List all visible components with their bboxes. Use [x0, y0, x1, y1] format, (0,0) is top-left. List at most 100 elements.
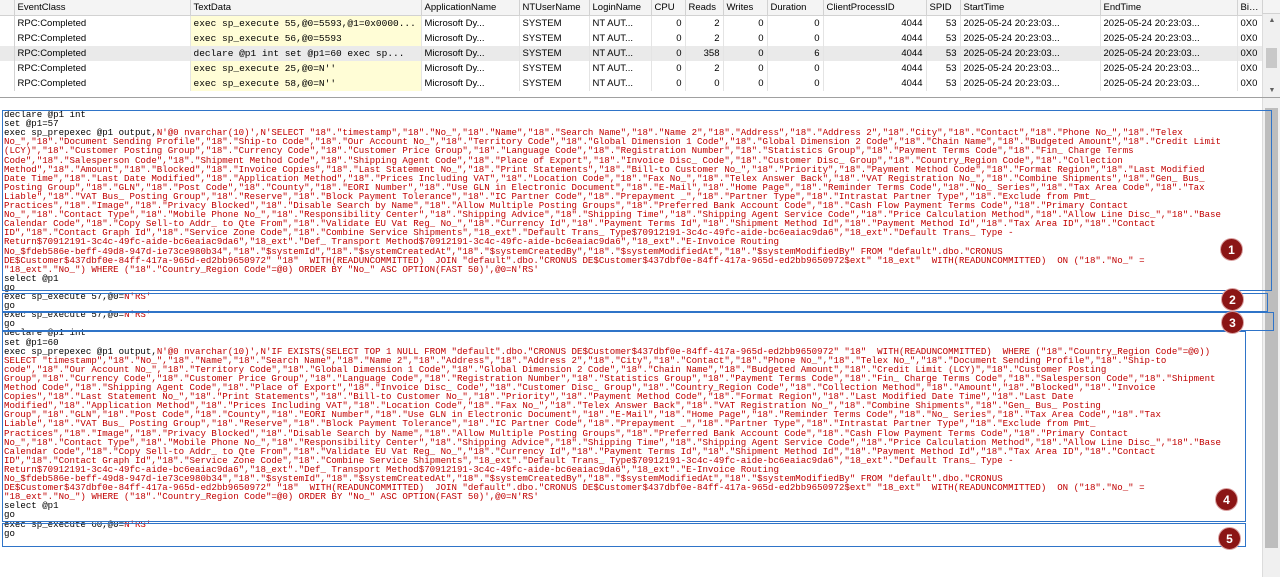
- grid-header-row: EventClass TextData ApplicationName NTUserN…: [0, 0, 1263, 16]
- highlight-box-5: [2, 523, 1246, 547]
- header-scroll-cap: [1262, 0, 1280, 14]
- highlight-box-1: [2, 110, 1272, 291]
- table-row[interactable]: RPC:Completed exec sp_execute 58,@0=N'' Mi…: [0, 76, 1263, 91]
- table-cell: NT AUT...: [589, 46, 652, 61]
- table-cell: 53: [926, 76, 961, 91]
- table-cell: 0: [723, 31, 768, 46]
- column-header[interactable]: SPID: [926, 0, 961, 16]
- table-cell: 0X0: [1237, 15, 1263, 31]
- column-header[interactable]: Binar: [1237, 0, 1263, 16]
- column-header[interactable]: Reads: [685, 0, 724, 16]
- table-cell: RPC:Completed: [14, 15, 191, 31]
- column-header[interactable]: LoginName: [589, 0, 652, 16]
- table-cell: 0: [767, 15, 824, 31]
- table-cell: 0: [723, 15, 768, 31]
- column-header[interactable]: ApplicationName: [421, 0, 520, 16]
- row-header[interactable]: [0, 61, 15, 76]
- trace-table: EventClass TextData ApplicationName NTUserN…: [0, 0, 1263, 91]
- table-cell: Microsoft Dy...: [421, 76, 520, 91]
- table-cell: SYSTEM: [519, 61, 590, 76]
- table-cell: NT AUT...: [589, 15, 652, 31]
- table-cell: NT AUT...: [589, 61, 652, 76]
- row-header[interactable]: [0, 46, 15, 61]
- column-header[interactable]: CPU: [651, 0, 686, 16]
- table-cell: 4044: [823, 61, 927, 76]
- table-cell: Microsoft Dy...: [421, 31, 520, 46]
- table-cell: 2025-05-24 20:23:03...: [1100, 46, 1238, 61]
- table-row[interactable]: RPC:Completed declare @p1 int set @p1=60 …: [0, 46, 1263, 61]
- highlight-box-3: [2, 312, 1274, 331]
- table-cell: NT AUT...: [589, 76, 652, 91]
- table-row[interactable]: RPC:Completed exec sp_execute 56,@0=5593 M…: [0, 31, 1263, 46]
- highlight-box-4: [2, 331, 1246, 522]
- table-cell: 53: [926, 31, 961, 46]
- table-cell: RPC:Completed: [14, 31, 191, 46]
- table-cell: 2025-05-24 20:23:03...: [960, 46, 1101, 61]
- callout-badge-5: 5: [1218, 527, 1241, 550]
- column-header[interactable]: StartTime: [960, 0, 1101, 16]
- table-cell: 0X0: [1237, 46, 1263, 61]
- table-cell: NT AUT...: [589, 31, 652, 46]
- column-header[interactable]: Writes: [723, 0, 768, 16]
- row-header[interactable]: [0, 15, 15, 31]
- table-cell: exec sp_execute 58,@0=N'': [190, 76, 422, 91]
- table-cell: 2025-05-24 20:23:03...: [960, 15, 1101, 31]
- column-header[interactable]: TextData: [190, 0, 422, 16]
- table-cell: exec sp_execute 25,@0=N'': [190, 61, 422, 76]
- table-cell: 0: [767, 61, 824, 76]
- table-cell: 0X0: [1237, 76, 1263, 91]
- column-header[interactable]: Duration: [767, 0, 824, 16]
- row-header[interactable]: [0, 76, 15, 91]
- table-cell: SYSTEM: [519, 46, 590, 61]
- table-cell: Microsoft Dy...: [421, 15, 520, 31]
- table-cell: 2025-05-24 20:23:03...: [1100, 15, 1238, 31]
- table-cell: RPC:Completed: [14, 61, 191, 76]
- trace-grid: EventClass TextData ApplicationName NTUserN…: [0, 0, 1280, 98]
- scroll-up-arrow-icon[interactable]: ▲: [1263, 14, 1280, 28]
- table-cell: 2: [685, 31, 724, 46]
- table-cell: 0: [723, 46, 768, 61]
- highlight-box-2: [2, 293, 1268, 312]
- column-header[interactable]: ClientProcessID: [823, 0, 927, 16]
- table-cell: 0: [651, 31, 686, 46]
- table-cell: 4044: [823, 31, 927, 46]
- table-row[interactable]: RPC:Completed exec sp_execute 25,@0=N'' Mi…: [0, 61, 1263, 76]
- table-cell: 2025-05-24 20:23:03...: [1100, 31, 1238, 46]
- table-cell: 358: [685, 46, 724, 61]
- grid-vertical-scrollbar[interactable]: ▲ ▼: [1262, 14, 1280, 97]
- table-cell: 2025-05-24 20:23:03...: [1100, 76, 1238, 91]
- table-cell: Microsoft Dy...: [421, 61, 520, 76]
- callout-badge-2: 2: [1221, 288, 1244, 311]
- table-cell: 0: [651, 15, 686, 31]
- table-cell: 2025-05-24 20:23:03...: [960, 31, 1101, 46]
- table-cell: 2025-05-24 20:23:03...: [1100, 61, 1238, 76]
- table-cell: RPC:Completed: [14, 46, 191, 61]
- scroll-down-arrow-icon[interactable]: ▼: [1263, 84, 1280, 97]
- table-cell: 53: [926, 15, 961, 31]
- table-cell: 2: [685, 15, 724, 31]
- column-header[interactable]: NTUserName: [519, 0, 590, 16]
- table-cell: 0: [723, 76, 768, 91]
- table-cell: 0: [651, 46, 686, 61]
- row-header[interactable]: [0, 31, 15, 46]
- table-cell: 2: [685, 61, 724, 76]
- table-cell: 0: [767, 31, 824, 46]
- column-header[interactable]: EventClass: [14, 0, 191, 16]
- row-header-corner: [0, 0, 15, 16]
- table-cell: 0: [723, 61, 768, 76]
- table-cell: 2025-05-24 20:23:03...: [960, 61, 1101, 76]
- table-cell: declare @p1 int set @p1=60 exec sp...: [190, 46, 422, 61]
- table-cell: SYSTEM: [519, 15, 590, 31]
- column-header[interactable]: EndTime: [1100, 0, 1238, 16]
- table-cell: exec sp_execute 55,@0=5593,@1=0x0000...: [190, 15, 422, 31]
- table-cell: 4044: [823, 76, 927, 91]
- callout-badge-3: 3: [1221, 311, 1244, 334]
- table-cell: 4044: [823, 15, 927, 31]
- grid-scroll-thumb[interactable]: [1266, 48, 1277, 68]
- callout-badge-4: 4: [1215, 488, 1238, 511]
- table-cell: 53: [926, 46, 961, 61]
- table-cell: SYSTEM: [519, 31, 590, 46]
- table-cell: 0: [651, 76, 686, 91]
- table-row[interactable]: RPC:Completed exec sp_execute 55,@0=5593,…: [0, 15, 1263, 31]
- table-cell: RPC:Completed: [14, 76, 191, 91]
